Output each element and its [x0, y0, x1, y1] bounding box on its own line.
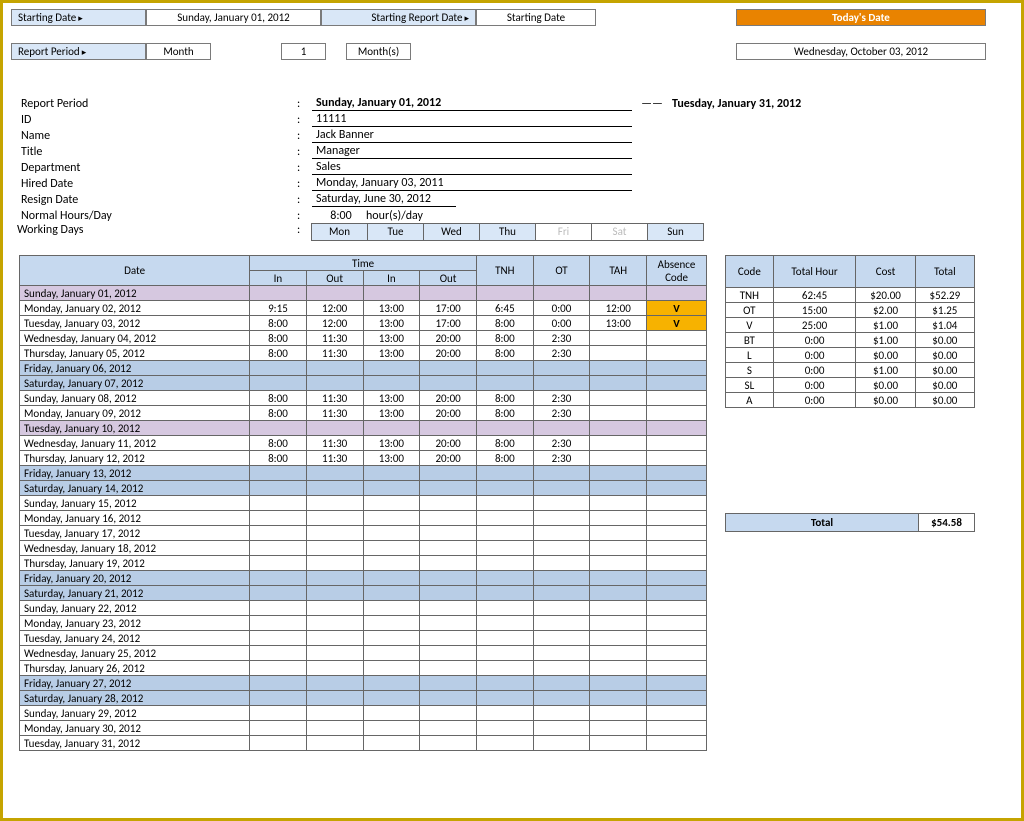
th-totalhour: Total Hour [773, 256, 856, 288]
report-period-label: Report Period [11, 43, 146, 60]
table-row[interactable]: Monday, January 16, 2012 [20, 511, 707, 526]
info-dept-label: Department [17, 161, 297, 175]
th-date: Date [20, 256, 250, 286]
info-resign-label: Resign Date [17, 193, 297, 207]
table-row[interactable]: Saturday, January 21, 2012 [20, 586, 707, 601]
info-title-label: Title [17, 145, 297, 159]
table-row[interactable]: Monday, January 09, 20128:0011:3013:0020… [20, 406, 707, 421]
table-row[interactable]: Wednesday, January 11, 20128:0011:3013:0… [20, 436, 707, 451]
info-name: Jack Banner [312, 128, 632, 143]
table-row[interactable]: Tuesday, January 03, 20128:0012:0013:001… [20, 316, 707, 331]
table-row[interactable]: Thursday, January 19, 2012 [20, 556, 707, 571]
info-id: 11111 [312, 112, 632, 127]
table-row[interactable]: Monday, January 02, 20129:1512:0013:0017… [20, 301, 707, 316]
summary-row: S0:00$1.00$0.00 [726, 363, 975, 378]
table-row[interactable]: Friday, January 27, 2012 [20, 676, 707, 691]
table-row[interactable]: Tuesday, January 10, 2012 [20, 421, 707, 436]
table-row[interactable]: Sunday, January 22, 2012 [20, 601, 707, 616]
today-date-value: Wednesday, October 03, 2012 [736, 43, 986, 60]
th-ot: OT [533, 256, 590, 286]
starting-report-date-label: Starting Report Date [321, 9, 476, 26]
th-absence: Absence Code [647, 256, 707, 286]
info-normalhours-label: Normal Hours/Day [17, 209, 297, 223]
th-code: Code [726, 256, 774, 288]
summary-row: OT15:00$2.00$1.25 [726, 303, 975, 318]
th-tnh: TNH [476, 256, 533, 286]
info-workingdays-label: Working Days [17, 223, 297, 237]
table-row[interactable]: Thursday, January 26, 2012 [20, 661, 707, 676]
table-row[interactable]: Tuesday, January 17, 2012 [20, 526, 707, 541]
table-row[interactable]: Sunday, January 29, 2012 [20, 706, 707, 721]
table-row[interactable]: Friday, January 20, 2012 [20, 571, 707, 586]
grand-total-value: $54.58 [919, 514, 975, 532]
day-cell-tue: Tue [367, 223, 424, 241]
starting-date-value[interactable]: Sunday, January 01, 2012 [146, 9, 321, 26]
topbar: Starting Date Sunday, January 01, 2012 S… [11, 9, 1013, 77]
table-row[interactable]: Tuesday, January 24, 2012 [20, 631, 707, 646]
th-time: Time [250, 256, 477, 271]
table-row[interactable]: Thursday, January 05, 20128:0011:3013:00… [20, 346, 707, 361]
info-period-label: Report Period [17, 97, 297, 111]
today-date-header: Today's Date [736, 9, 986, 26]
table-row[interactable]: Wednesday, January 25, 2012 [20, 646, 707, 661]
starting-date-label: Starting Date [11, 9, 146, 26]
info-period-from: Sunday, January 01, 2012 [312, 96, 632, 111]
info-id-label: ID [17, 113, 297, 127]
employee-info: Report Period:Sunday, January 01, 2012——… [17, 95, 1013, 241]
info-hired: Monday, January 03, 2011 [312, 176, 632, 191]
info-dept: Sales [312, 160, 632, 175]
starting-report-date-value[interactable]: Starting Date [476, 9, 596, 26]
th-cost: Cost [856, 256, 915, 288]
summary-row: TNH62:45$20.00$52.29 [726, 288, 975, 303]
table-row[interactable]: Wednesday, January 18, 2012 [20, 541, 707, 556]
table-row[interactable]: Saturday, January 07, 2012 [20, 376, 707, 391]
info-resign: Saturday, June 30, 2012 [312, 192, 456, 207]
table-row[interactable]: Sunday, January 15, 2012 [20, 496, 707, 511]
table-row[interactable]: Tuesday, January 31, 2012 [20, 736, 707, 751]
info-name-label: Name [17, 129, 297, 143]
day-cell-sat: Sat [591, 223, 648, 241]
table-row[interactable]: Wednesday, January 04, 20128:0011:3013:0… [20, 331, 707, 346]
table-row[interactable]: Friday, January 06, 2012 [20, 361, 707, 376]
th-total: Total [915, 256, 974, 288]
summary-panel: Code Total Hour Cost Total TNH62:45$20.0… [725, 255, 975, 532]
day-cell-mon: Mon [311, 223, 368, 241]
info-hired-label: Hired Date [17, 177, 297, 191]
summary-table: Code Total Hour Cost Total TNH62:45$20.0… [725, 255, 975, 408]
info-normalhours: 8:00hour(s)/day [312, 209, 632, 223]
grand-total: Total$54.58 [725, 513, 975, 532]
day-cell-sun: Sun [647, 223, 704, 241]
table-row[interactable]: Friday, January 13, 2012 [20, 466, 707, 481]
day-cell-wed: Wed [423, 223, 480, 241]
table-row[interactable]: Monday, January 30, 2012 [20, 721, 707, 736]
grand-total-label: Total [726, 514, 919, 532]
table-row[interactable]: Saturday, January 14, 2012 [20, 481, 707, 496]
report-period-unit[interactable]: Month [146, 43, 211, 60]
table-row[interactable]: Sunday, January 01, 2012 [20, 286, 707, 301]
info-title: Manager [312, 144, 632, 159]
working-days-grid: MonTueWedThuFriSatSun [312, 223, 1013, 241]
timesheet-table: Date Time TNH OT TAH Absence Code In Out… [19, 255, 707, 751]
table-row[interactable]: Monday, January 23, 2012 [20, 616, 707, 631]
report-period-count[interactable]: 1 [281, 43, 326, 60]
info-period-to: Tuesday, January 31, 2012 [672, 97, 872, 111]
day-cell-thu: Thu [479, 223, 536, 241]
table-row[interactable]: Thursday, January 12, 20128:0011:3013:00… [20, 451, 707, 466]
summary-row: V25:00$1.00$1.04 [726, 318, 975, 333]
summary-row: L0:00$0.00$0.00 [726, 348, 975, 363]
summary-row: A0:00$0.00$0.00 [726, 393, 975, 408]
table-row[interactable]: Saturday, January 28, 2012 [20, 691, 707, 706]
table-row[interactable]: Sunday, January 08, 20128:0011:3013:0020… [20, 391, 707, 406]
summary-row: BT0:00$1.00$0.00 [726, 333, 975, 348]
summary-row: SL0:00$0.00$0.00 [726, 378, 975, 393]
day-cell-fri: Fri [535, 223, 592, 241]
th-tah: TAH [590, 256, 647, 286]
